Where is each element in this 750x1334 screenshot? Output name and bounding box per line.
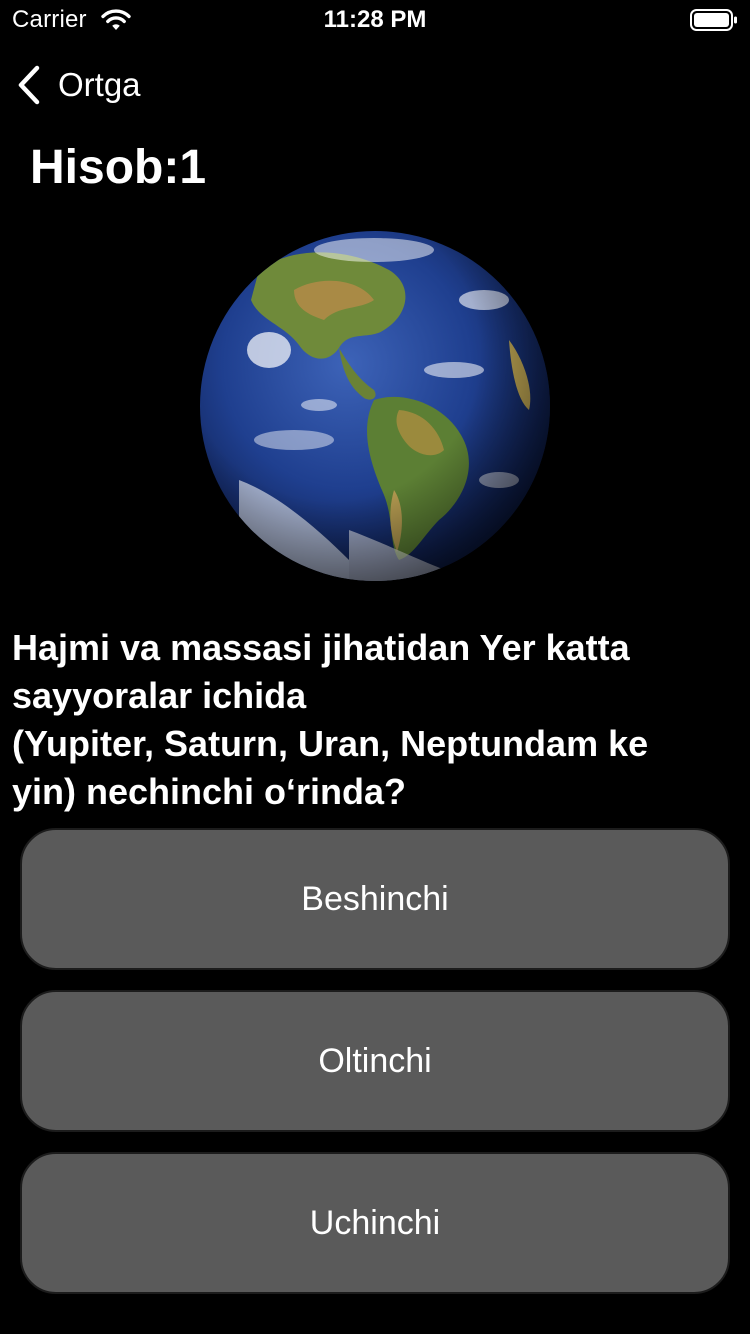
answer-label: Oltinchi: [318, 1041, 432, 1080]
question-line: sayyoralar ichida: [12, 675, 307, 716]
question-text: Hajmi va massasi jihatidan Yer katta say…: [12, 624, 742, 816]
question-line: yin) nechinchi oʻrinda?: [12, 771, 407, 812]
earth-globe-image: [200, 231, 550, 581]
score-label: Hisob:1: [30, 141, 207, 194]
answer-label: Uchinchi: [309, 1203, 441, 1242]
back-button[interactable]: Ortga: [14, 60, 141, 110]
status-bar: Carrier 11:28 PM: [0, 0, 750, 40]
back-button-label: Ortga: [58, 66, 141, 103]
answer-label: Beshinchi: [301, 879, 449, 918]
question-line: (Yupiter, Saturn, Uran, Neptundam ke: [12, 723, 649, 764]
answer-button-1[interactable]: Beshinchi: [20, 828, 730, 970]
battery-icon: [690, 9, 737, 31]
chevron-left-icon: [18, 65, 40, 105]
question-line: Hajmi va massasi jihatidan Yer katta: [12, 627, 630, 668]
clock-time: 11:28 PM: [323, 6, 427, 33]
answer-button-2[interactable]: Oltinchi: [20, 990, 730, 1132]
answer-button-3[interactable]: Uchinchi: [20, 1152, 730, 1294]
